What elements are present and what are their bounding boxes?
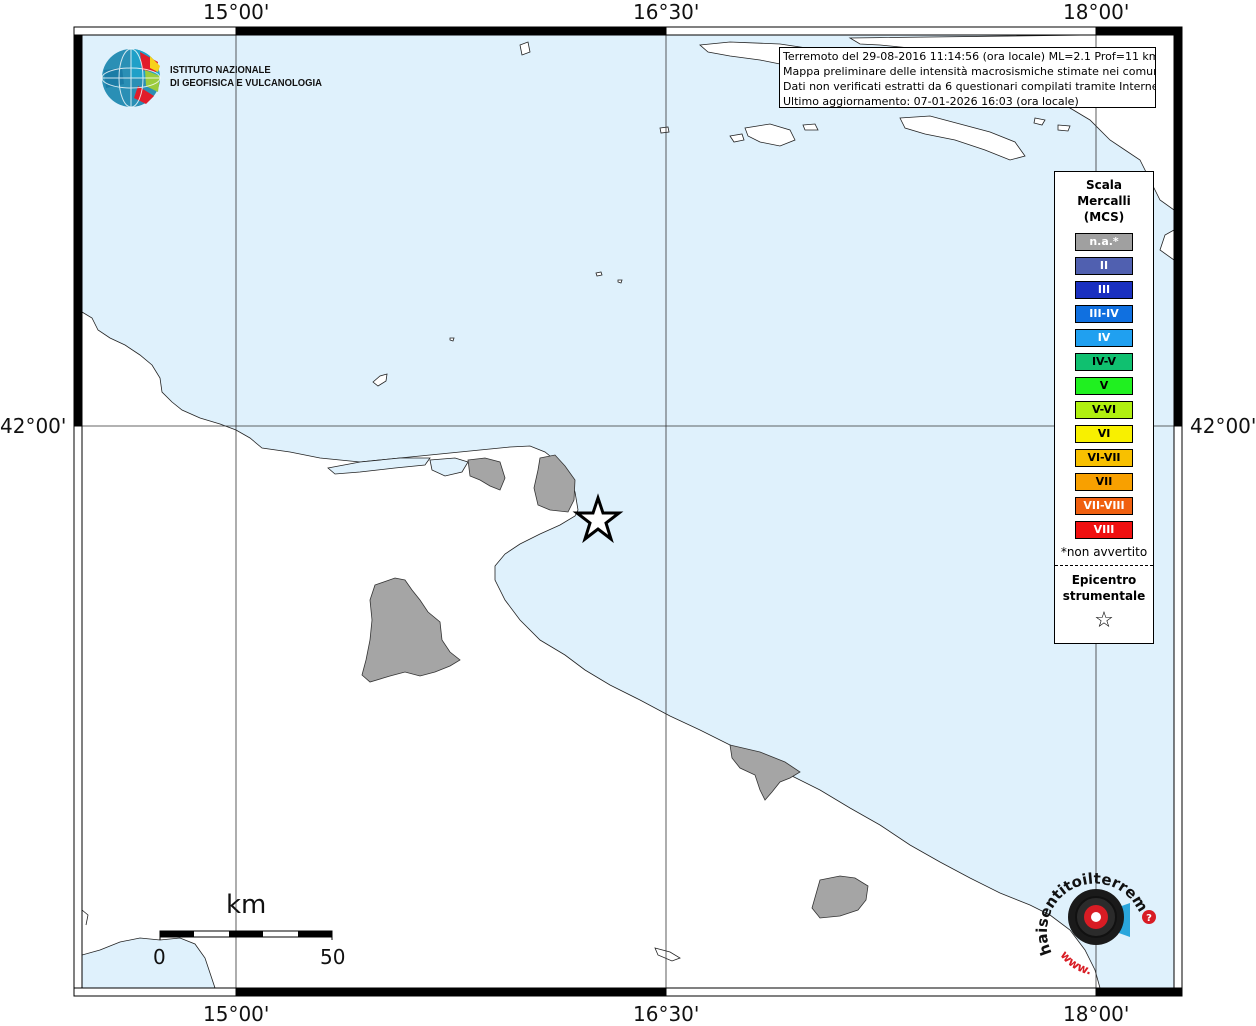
tick-top-15: 15°00' (203, 0, 270, 24)
info-line-3: Dati non verificati estratti da 6 questi… (783, 80, 1156, 93)
island-pianosa (449, 337, 455, 342)
ingv-logo-text: ISTITUTO NAZIONALE DI GEOFISICA E VULCAN… (170, 64, 322, 90)
scale-unit-label: km (226, 890, 267, 920)
legend-item-7: V-VI (1075, 401, 1133, 419)
legend-title-line3: (MCS) (1083, 210, 1125, 224)
legend-note: *non avvertito (1060, 545, 1148, 559)
tick-right-42: 42°00' (1190, 414, 1256, 438)
tick-bottom-18: 18°00' (1063, 1002, 1130, 1026)
hst-target-megaphone-icon: haisentitoilterremoto.it www. ? (1030, 855, 1156, 978)
legend-item-11: VII-VIII (1075, 497, 1133, 515)
tick-top-18: 18°00' (1063, 0, 1130, 24)
info-line-4: Ultimo aggiornamento: 07-01-2026 16:03 (… (783, 95, 1079, 108)
legend-title-line1: Scala (1085, 178, 1123, 192)
legend-item-4: IV (1075, 329, 1133, 347)
ingv-name-line1: ISTITUTO NAZIONALE (170, 64, 271, 76)
legend-star-icon: ☆ (1094, 608, 1114, 633)
tick-bottom-16-30: 16°30' (633, 1002, 700, 1026)
svg-text:?: ? (1146, 913, 1152, 924)
island-small-c (802, 123, 819, 131)
tick-left-42: 42°00' (0, 414, 67, 438)
legend-item-5: IV-V (1075, 353, 1133, 371)
legend-item-1: II (1075, 257, 1133, 275)
info-line-1: Terremoto del 29-08-2016 11:14:56 (ora l… (783, 50, 1156, 63)
mcs-legend: Scala Mercalli (MCS) n.a.* II III III-IV IV I… (1054, 171, 1154, 644)
legend-item-0: n.a.* (1075, 233, 1133, 251)
earthquake-info-box: Terremoto del 29-08-2016 11:14:56 (ora l… (779, 47, 1156, 108)
legend-item-3: III-IV (1075, 305, 1133, 323)
legend-item-10: VII (1075, 473, 1133, 491)
legend-title: Scala Mercalli (MCS) (1055, 177, 1153, 225)
ingv-name-line2: DI GEOFISICA E VULCANOLOGIA (170, 77, 322, 89)
scale-start-label: 0 (153, 945, 166, 969)
hst-logo-prefix: www. (1057, 948, 1092, 978)
tick-top-16-30: 16°30' (633, 0, 700, 24)
legend-items: n.a.* II III III-IV IV IV-V V V-VI VI VI-VII VII VI… (1055, 233, 1153, 539)
legend-item-9: VI-VII (1075, 449, 1133, 467)
island-small-b (659, 126, 670, 134)
legend-title-line2: Mercalli (1077, 194, 1131, 208)
legend-epicenter-line1: Epicentro (1071, 573, 1137, 587)
island-small-d (1057, 124, 1071, 132)
legend-epicenter-label: Epicentro strumentale (1055, 572, 1153, 604)
scale-end-label: 50 (320, 945, 346, 969)
ingv-globe-icon (101, 48, 161, 108)
legend-item-6: V (1075, 377, 1133, 395)
svg-text:www.: www. (1057, 948, 1092, 978)
legend-item-12: VIII (1075, 521, 1133, 539)
tick-bottom-15: 15°00' (203, 1002, 270, 1026)
info-line-2: Mappa preliminare delle intensità macros… (783, 65, 1156, 78)
legend-item-2: III (1075, 281, 1133, 299)
legend-item-8: VI (1075, 425, 1133, 443)
legend-epicenter-line2: strumentale (1062, 589, 1146, 603)
legend-separator (1055, 565, 1153, 566)
